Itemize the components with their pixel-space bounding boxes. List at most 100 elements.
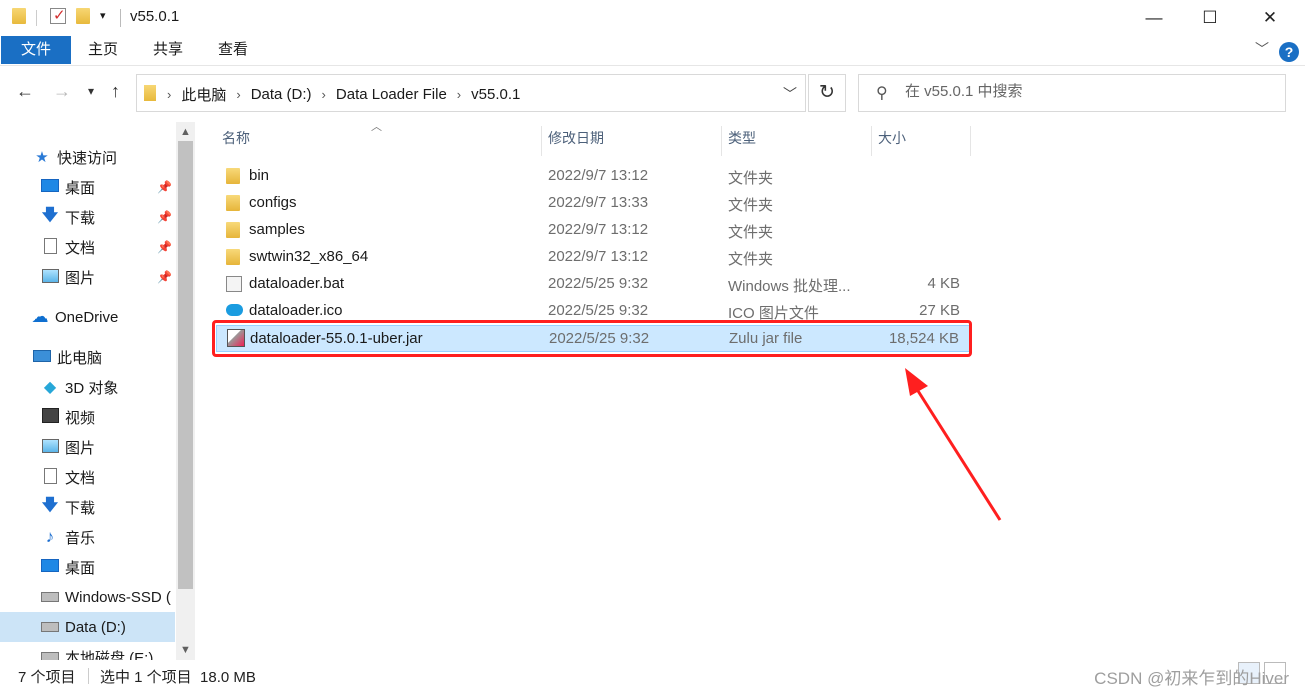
file-row[interactable]: dataloader.bat 2022/5/25 9:32 Windows 批处… (216, 271, 970, 298)
nav-label: 下载 (65, 499, 96, 517)
file-date: 2022/9/7 13:12 (548, 167, 649, 184)
nav-label: 快速访问 (57, 149, 118, 167)
nav-downloads-pinned[interactable]: 🡇 下载 📌 (0, 202, 175, 232)
tab-file[interactable]: 文件 (1, 36, 71, 64)
nav-label: 图片 (65, 439, 96, 457)
divider (36, 10, 37, 26)
refresh-button[interactable]: ↻ (808, 74, 846, 112)
picture-icon (40, 268, 60, 286)
minimize-button[interactable]: — (1126, 0, 1182, 36)
nav-documents-pinned[interactable]: 文档 📌 (0, 232, 175, 262)
tab-view[interactable]: 查看 (201, 36, 265, 64)
file-row[interactable]: samples 2022/9/7 13:12 文件夹 (216, 217, 970, 244)
nav-pictures[interactable]: 图片 (0, 432, 175, 462)
file-row[interactable]: swtwin32_x86_64 2022/9/7 13:12 文件夹 (216, 244, 970, 271)
nav-downloads[interactable]: 🡇 下载 (0, 492, 175, 522)
ico-file-icon (226, 303, 243, 320)
column-header-size[interactable]: 大小 (872, 126, 971, 156)
nav-local-disk-e[interactable]: 本地磁盘 (E:) (0, 642, 175, 660)
breadcrumb-data-drive[interactable]: Data (D:) (251, 86, 312, 103)
document-icon (40, 467, 60, 487)
nav-documents[interactable]: 文档 (0, 462, 175, 492)
nav-label: 桌面 (65, 559, 96, 577)
nav-this-pc[interactable]: 此电脑 (0, 342, 175, 372)
properties-icon[interactable] (50, 6, 66, 24)
maximize-button[interactable]: ☐ (1182, 0, 1238, 36)
folder-icon (226, 222, 240, 242)
nav-data-drive[interactable]: Data (D:) (0, 612, 175, 642)
picture-icon (40, 438, 60, 456)
expand-ribbon-icon[interactable]: ﹀ (1255, 39, 1269, 59)
tab-home[interactable]: 主页 (71, 36, 135, 64)
nav-desktop-pinned[interactable]: 桌面 📌 (0, 172, 175, 202)
file-name: dataloader.ico (249, 302, 343, 319)
file-date: 2022/5/25 9:32 (548, 275, 649, 292)
search-icon: ⚲ (876, 85, 888, 102)
column-header-type[interactable]: 类型 (722, 126, 872, 156)
file-date: 2022/9/7 13:12 (548, 248, 649, 265)
pin-icon: 📌 (157, 180, 172, 194)
file-name: samples (249, 221, 305, 238)
nav-onedrive[interactable]: ☁ OneDrive (0, 302, 175, 332)
back-icon[interactable]: ← (16, 81, 34, 102)
scroll-down-icon[interactable]: ▼ (176, 644, 195, 656)
scrollbar-thumb[interactable] (178, 141, 193, 589)
pin-icon: 📌 (157, 270, 172, 284)
pin-icon: 📌 (157, 210, 172, 224)
nav-music[interactable]: ♪ 音乐 (0, 522, 175, 552)
nav-pictures-pinned[interactable]: 图片 📌 (0, 262, 175, 292)
recent-locations-icon[interactable]: ▾ (88, 84, 94, 98)
column-header-name[interactable]: 名称 (216, 126, 542, 156)
divider (88, 668, 89, 684)
folder-icon (226, 195, 240, 215)
chevron-right-icon[interactable]: › (457, 87, 461, 102)
file-name: bin (249, 167, 270, 184)
column-header-date[interactable]: 修改日期 (542, 126, 722, 156)
new-folder-icon[interactable] (76, 8, 90, 24)
breadcrumb-this-pc[interactable]: 此电脑 (181, 84, 226, 105)
file-type: 文件夹 (728, 224, 774, 241)
nav-label: 图片 (65, 269, 96, 287)
nav-desktop[interactable]: 桌面 (0, 552, 175, 582)
cloud-icon: ☁ (31, 307, 49, 326)
chevron-right-icon[interactable]: › (322, 87, 326, 102)
file-row[interactable]: configs 2022/9/7 13:33 文件夹 (216, 190, 970, 217)
file-size: 4 KB (927, 275, 960, 292)
file-row[interactable]: bin 2022/9/7 13:12 文件夹 (216, 163, 970, 190)
nav-label: 3D 对象 (65, 379, 119, 397)
nav-videos[interactable]: 视频 (0, 402, 175, 432)
tab-share[interactable]: 共享 (136, 36, 200, 64)
nav-quick-access[interactable]: ★ 快速访问 (0, 142, 175, 172)
file-name: dataloader.bat (249, 275, 345, 292)
file-type: 文件夹 (728, 170, 774, 187)
nav-label: 此电脑 (57, 349, 103, 367)
selection-info: 选中 1 个项目 18.0 MB (100, 669, 256, 686)
address-bar[interactable]: › 此电脑 › Data (D:) › Data Loader File › v… (136, 74, 806, 112)
desktop-icon (40, 179, 60, 195)
chevron-right-icon[interactable]: › (167, 87, 171, 102)
nav-label: 本地磁盘 (E:) (65, 649, 154, 661)
scroll-up-icon[interactable]: ▲ (176, 126, 195, 138)
customize-toolbar-icon[interactable]: ▾ (100, 9, 106, 22)
close-button[interactable]: ✕ (1242, 0, 1298, 36)
search-input[interactable] (905, 83, 1275, 100)
file-type: 文件夹 (728, 251, 774, 268)
chevron-right-icon[interactable]: › (236, 87, 240, 102)
search-box[interactable]: ⚲ (858, 74, 1286, 112)
window-title: v55.0.1 (130, 8, 180, 25)
breadcrumb: › 此电脑 › Data (D:) › Data Loader File › v… (165, 84, 520, 105)
nav-scrollbar[interactable]: ▲ ▼ (176, 122, 195, 660)
nav-3d-objects[interactable]: ◆ 3D 对象 (0, 372, 175, 402)
annotation-highlight-box (212, 320, 972, 357)
chevron-down-icon[interactable]: ﹀ (783, 84, 797, 104)
folder-icon (226, 249, 240, 269)
help-icon[interactable]: ? (1279, 42, 1299, 62)
nav-label: 文档 (65, 239, 96, 257)
star-icon: ★ (35, 149, 49, 166)
file-date: 2022/9/7 13:33 (548, 194, 649, 211)
breadcrumb-data-loader-file[interactable]: Data Loader File (336, 86, 447, 103)
nav-windows-ssd[interactable]: Windows-SSD ( (0, 582, 175, 612)
breadcrumb-current-folder[interactable]: v55.0.1 (471, 86, 520, 103)
forward-icon[interactable]: → (53, 81, 71, 102)
up-icon[interactable]: ↑ (111, 81, 120, 102)
